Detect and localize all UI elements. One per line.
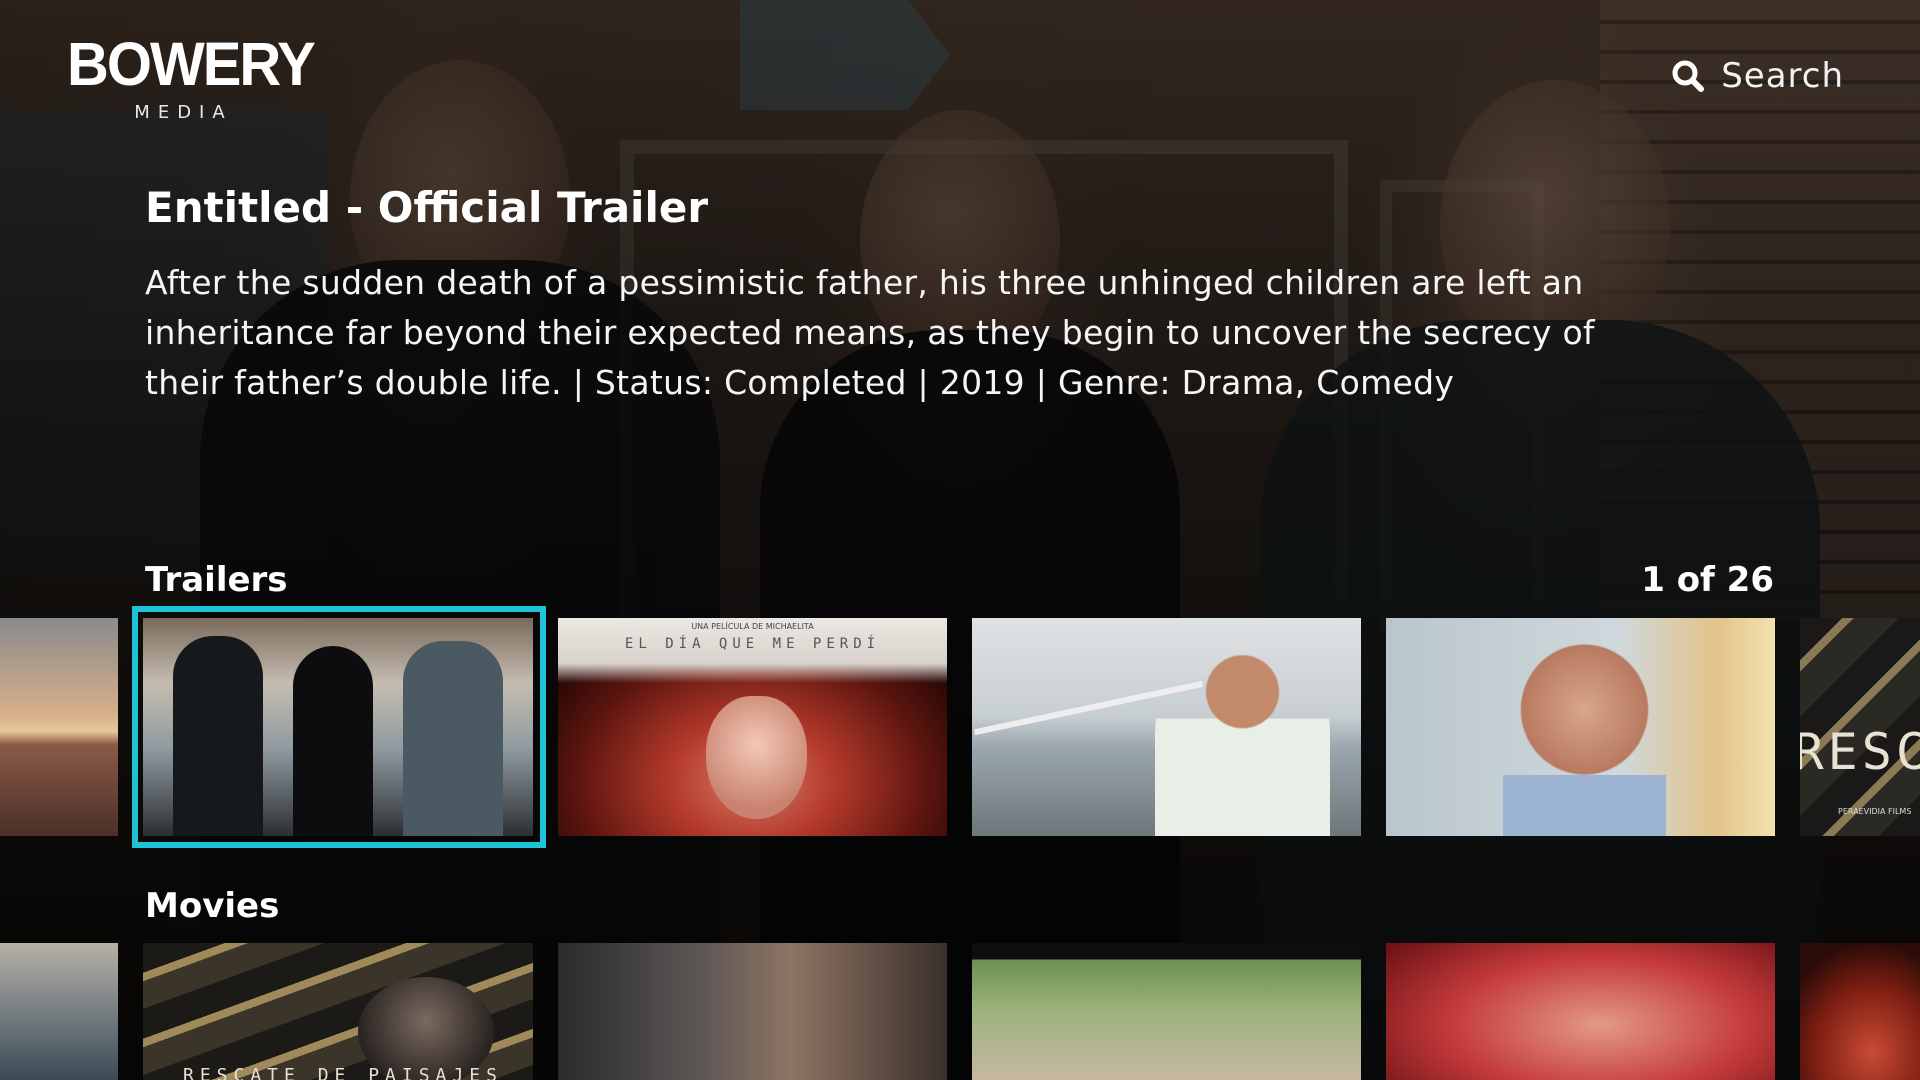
logo-wordmark: BOWERY [67, 30, 316, 99]
trailer-thumbnail: RESC PERAEVIDIA FILMS [1800, 618, 1920, 836]
content-title: Entitled - Official Trailer [145, 183, 709, 232]
movie-thumbnail [558, 943, 947, 1080]
trailer-tile[interactable] [0, 618, 118, 836]
row-title-trailers: Trailers [145, 560, 288, 600]
trailer-tile-focused[interactable] [143, 618, 533, 836]
movie-thumbnail [972, 943, 1361, 1080]
movie-tile[interactable]: RESCATE DE PAISAJES [143, 943, 533, 1080]
trailer-tile[interactable] [1386, 618, 1775, 836]
trailer-thumbnail [972, 618, 1361, 836]
movie-tile[interactable] [558, 943, 947, 1080]
tile-caption: PERAEVIDIA FILMS [1838, 807, 1912, 816]
movie-tile[interactable] [0, 943, 118, 1080]
movie-thumbnail [1800, 943, 1920, 1080]
movie-thumbnail: RESCATE DE PAISAJES [143, 943, 533, 1080]
movie-thumbnail [1386, 943, 1775, 1080]
trailer-tile[interactable] [972, 618, 1361, 836]
trailer-tile[interactable]: UNA PELÍCULA DE MICHAELITA EL DÍA QUE ME… [558, 618, 947, 836]
hero-background [0, 0, 1920, 1080]
movie-tile[interactable] [1800, 943, 1920, 1080]
tile-title: EL DÍA QUE ME PERDÍ [624, 636, 881, 652]
trailer-thumbnail [0, 618, 118, 836]
content-description: After the sudden death of a pessimistic … [145, 263, 1595, 402]
row-position-counter: 1 of 26 [1641, 560, 1774, 600]
trailer-thumbnail [1386, 618, 1775, 836]
movie-tile[interactable] [1386, 943, 1775, 1080]
logo-subtitle: MEDIA [134, 102, 233, 123]
search-button[interactable]: Search [1671, 56, 1844, 96]
tile-title: RESCATE DE PAISAJES [183, 1065, 503, 1080]
movie-thumbnail [0, 943, 118, 1080]
trailer-tile[interactable]: RESC PERAEVIDIA FILMS [1800, 618, 1920, 836]
row-title-movies: Movies [145, 886, 280, 926]
tile-caption: UNA PELÍCULA DE MICHAELITA [691, 622, 814, 631]
trailer-thumbnail [143, 618, 533, 836]
trailer-thumbnail: UNA PELÍCULA DE MICHAELITA EL DÍA QUE ME… [558, 618, 947, 836]
brand-logo: BOWERY MEDIA [67, 30, 316, 123]
search-label: Search [1721, 56, 1844, 96]
search-icon [1671, 59, 1705, 93]
tile-title: RESC [1800, 723, 1920, 781]
movie-tile[interactable] [972, 943, 1361, 1080]
